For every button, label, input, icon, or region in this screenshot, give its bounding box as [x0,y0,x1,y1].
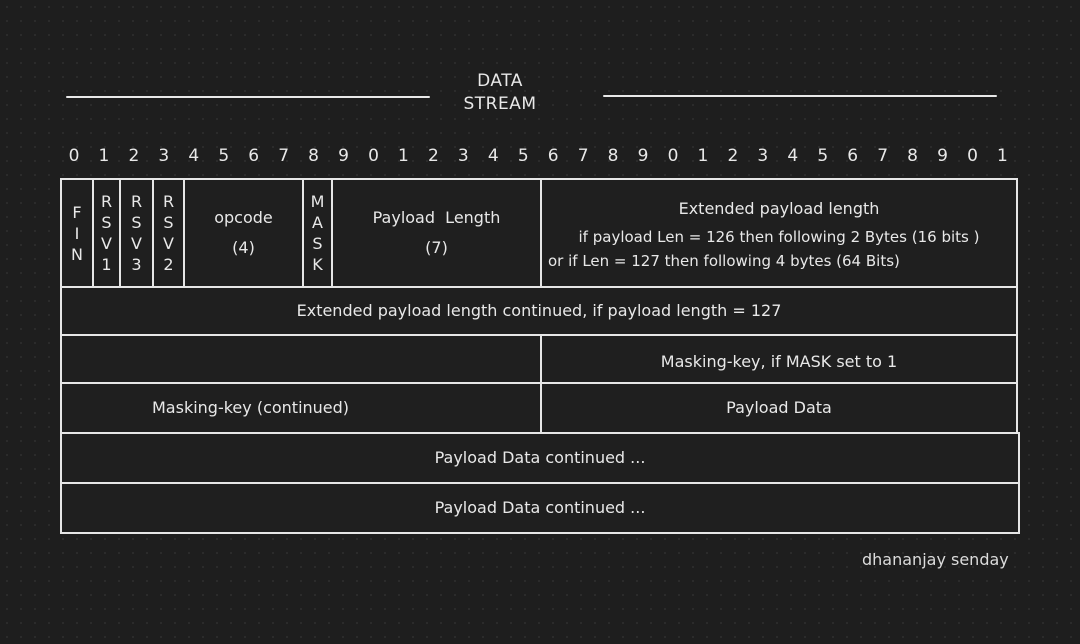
rsv1-char: S [101,213,112,232]
bit-number: 6 [547,146,559,166]
payload-data-cell: Payload Data [540,382,1018,434]
bit-number: 9 [637,146,649,166]
extended-payload-continued-text: Extended payload length continued, if pa… [296,301,782,320]
payload-length-cell: Payload Length (7) [331,178,542,288]
extended-payload-length-title: Extended payload length [678,199,880,218]
extended-payload-length-line-2: or if Len = 127 then following 4 bytes (… [548,252,900,270]
bit-number: 1 [697,146,709,166]
title-line-1: DATA [477,71,523,91]
bit-number: 8 [907,146,918,166]
payload-data-continued-cell-1: Payload Data continued ... [60,432,1020,484]
bit-number: 7 [877,146,889,166]
bit-number: 1 [98,146,110,166]
fin-cell: F I N [60,178,94,288]
rsv3-char: 3 [131,255,142,274]
rsv1-cell: R S V 1 [92,178,121,288]
bit-number: 5 [218,146,230,166]
rsv3-char: S [131,213,142,232]
bit-number: 0 [68,146,80,166]
title-rule-left [66,96,430,98]
payload-data-continued-cell-2: Payload Data continued ... [60,482,1020,534]
bit-number: 3 [757,146,769,166]
title-rule-right [603,95,997,97]
rsv3-cell: R S V 3 [119,178,154,288]
bit-number: 3 [457,146,469,166]
payload-length-bits: (7) [425,238,448,257]
opcode-cell: opcode (4) [183,178,304,288]
fin-char: I [74,223,80,243]
opcode-bits: (4) [232,238,255,257]
rsv2-char: 2 [163,255,174,274]
extended-payload-continued-cell: Extended payload length continued, if pa… [60,286,1018,336]
bit-number: 4 [487,146,499,166]
rsv3-char: R [130,192,143,211]
extended-payload-length-cell: Extended payload length if payload Len =… [540,178,1018,288]
diagram-title: DATA STREAM [450,70,550,116]
fin-char: N [71,244,83,264]
payload-data-text: Payload Data [726,398,832,417]
rsv3-char: V [131,234,142,253]
bit-number: 9 [937,146,948,166]
payload-data-continued-text-2: Payload Data continued ... [434,498,646,517]
masking-key-continued-text: Masking-key (continued) [152,398,350,417]
bit-number: 8 [308,146,319,166]
opcode-label: opcode [214,208,273,227]
mask-char: S [312,234,323,253]
title-line-2: STREAM [463,94,537,114]
bit-number: 2 [427,146,439,166]
bit-number: 2 [128,146,140,166]
mask-char: K [312,255,323,274]
mask-char: A [312,213,323,232]
rsv1-char: 1 [101,255,112,274]
bit-number: 5 [817,146,829,166]
bit-number: 0 [667,146,679,166]
rsv2-char: R [162,192,175,211]
bit-number: 4 [787,146,799,166]
mask-char: M [310,192,325,211]
bit-number: 1 [398,146,409,166]
rsv2-char: V [163,234,174,253]
masking-key-continued-cell: Masking-key (continued) [60,382,542,434]
extended-payload-tail-cell [60,334,542,384]
rsv2-char: S [163,213,174,232]
bit-number: 2 [727,146,739,166]
bit-number: 6 [248,146,260,166]
rsv2-cell: R S V 2 [152,178,185,288]
bit-number: 1 [997,146,1008,166]
bit-number: 0 [967,146,978,166]
masking-key-cell: Masking-key, if MASK set to 1 [540,334,1018,384]
masking-key-text: Masking-key, if MASK set to 1 [660,352,898,371]
bit-number: 7 [278,146,290,166]
author-signature: dhananjay senday [862,550,1009,569]
bit-number: 7 [577,146,589,166]
bit-number: 9 [338,146,349,166]
rsv1-char: V [101,234,112,253]
bit-number: 0 [368,146,379,166]
payload-length-label: Payload Length [372,208,501,227]
bit-number: 5 [517,146,529,166]
fin-char: F [72,202,82,222]
bit-number: 8 [607,146,619,166]
mask-cell: M A S K [302,178,333,288]
bit-number: 4 [188,146,200,166]
bit-number: 6 [847,146,859,166]
extended-payload-length-line-1: if payload Len = 126 then following 2 By… [578,228,980,246]
payload-data-continued-text-1: Payload Data continued ... [434,448,646,467]
rsv1-char: R [100,192,113,211]
bit-number: 3 [158,146,170,166]
